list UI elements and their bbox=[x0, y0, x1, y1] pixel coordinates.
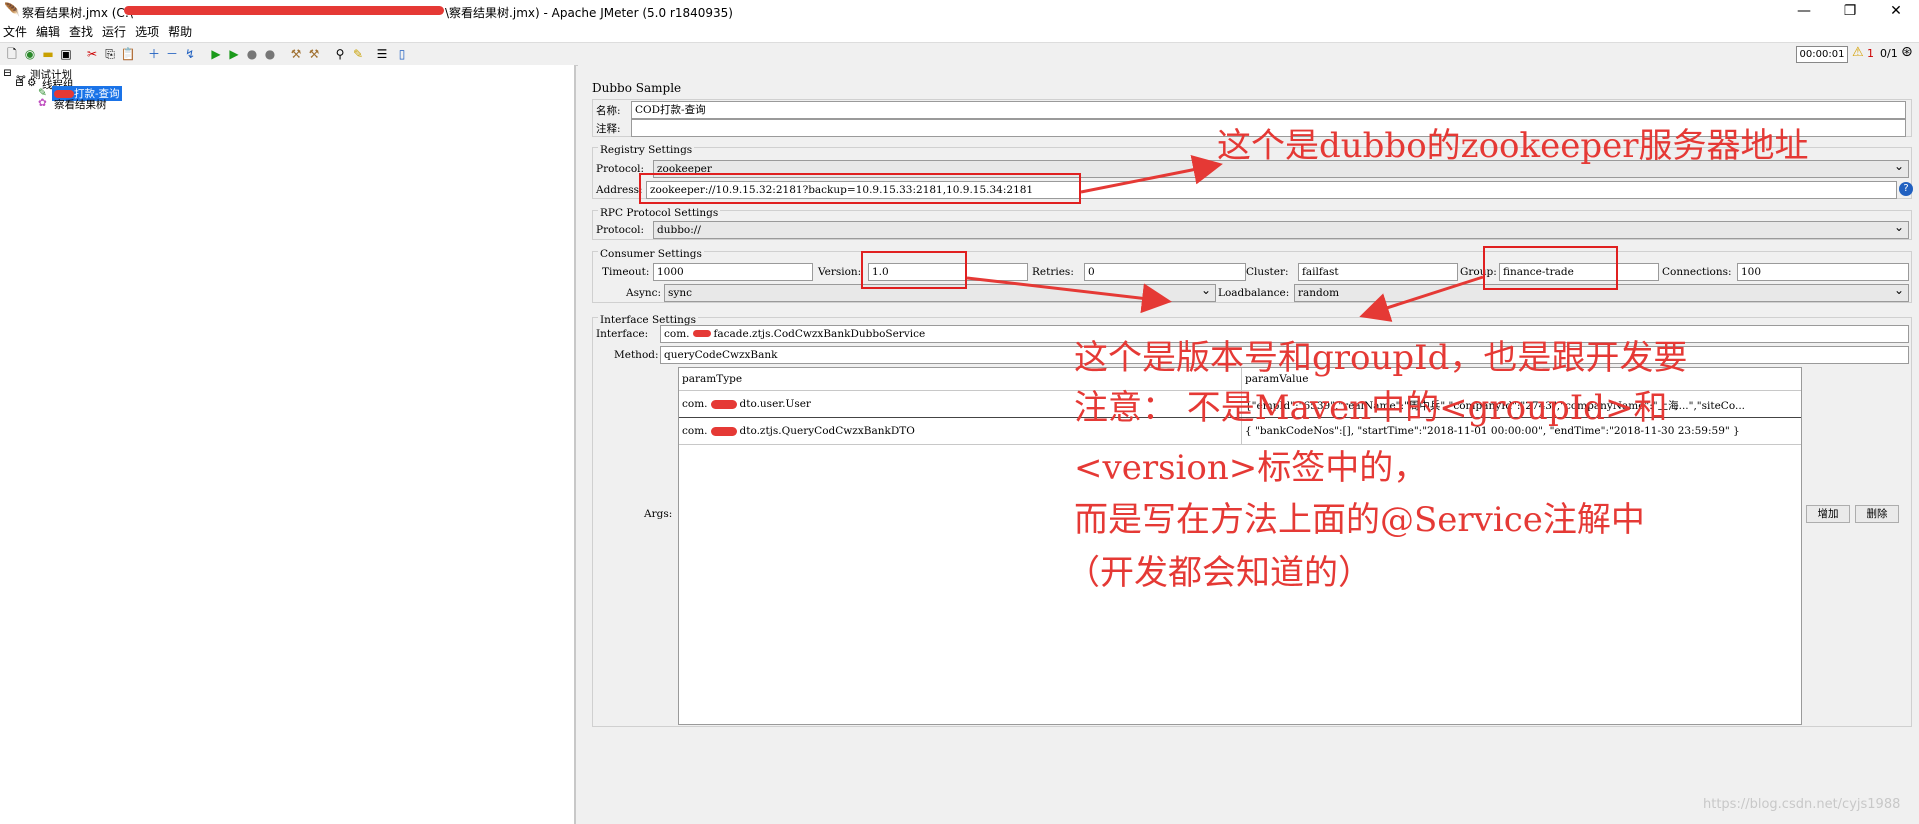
watermark: https://blog.csdn.net/cyjs1988 bbox=[1703, 797, 1901, 812]
note-line-3: <version>标签中的， bbox=[1074, 448, 1428, 488]
note-line-1: 这个是版本号和groupId，也是跟开发要 bbox=[1074, 338, 1688, 378]
note-line-5: （开发都会知道的） bbox=[1066, 553, 1372, 593]
arrow-from-group bbox=[1359, 275, 1484, 322]
zk-annotation: 这个是dubbo的zookeeper服务器地址 bbox=[1217, 126, 1809, 166]
arrow-to-zk-note bbox=[1080, 154, 1223, 194]
note-line-4: 而是写在方法上面的@Service注解中 bbox=[1074, 500, 1645, 540]
arrow-from-version bbox=[966, 276, 1172, 314]
note-line-2: 注意： 不是Maven中的<groupId>和 bbox=[1074, 388, 1668, 428]
